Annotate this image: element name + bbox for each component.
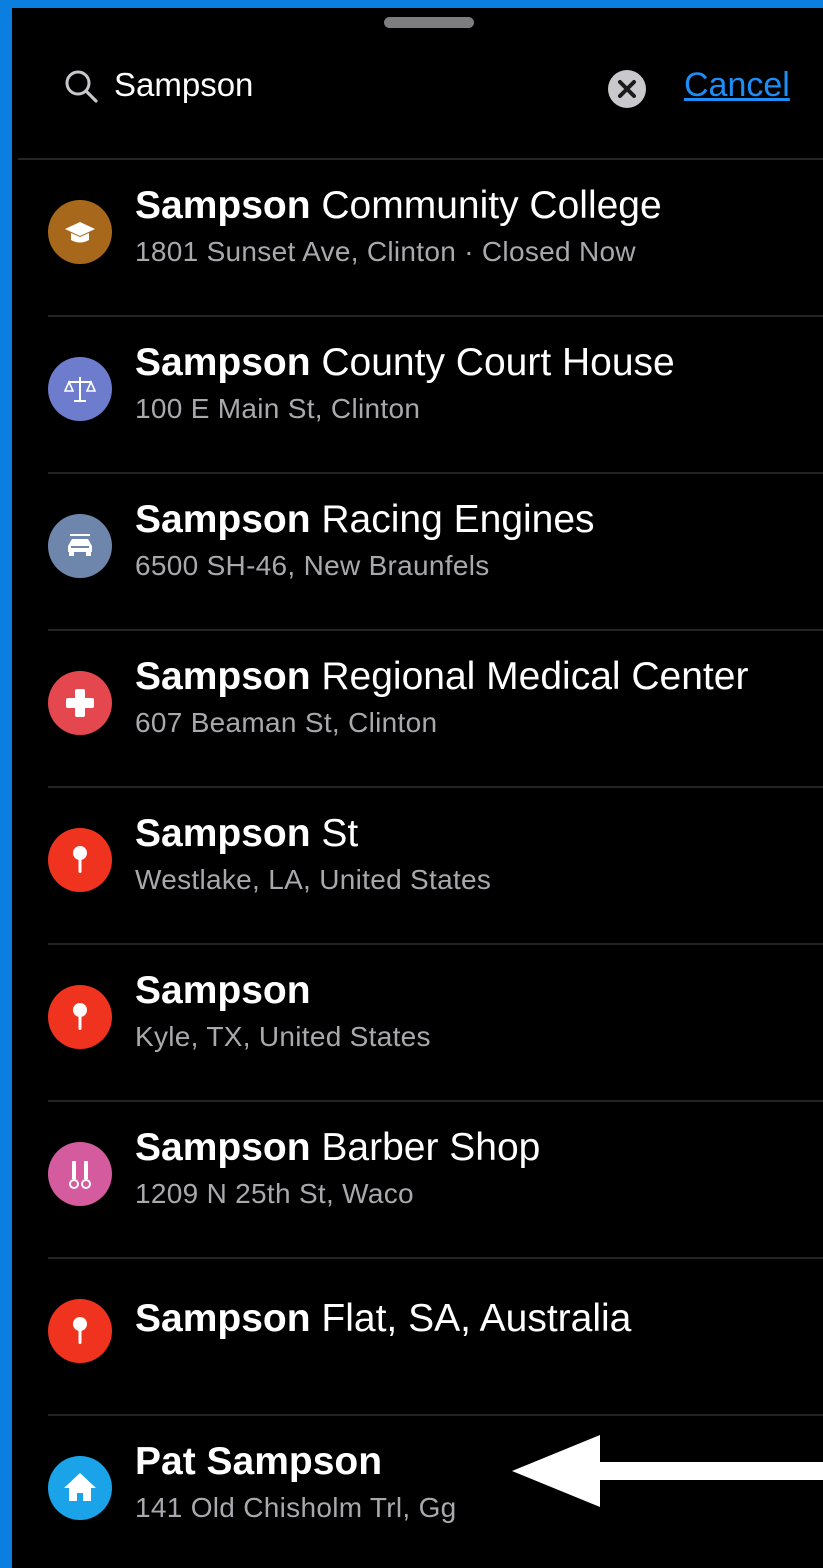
- result-title-match: Sampson: [135, 184, 311, 227]
- result-title-match: Sampson: [135, 812, 311, 855]
- result-title-match: Sampson: [135, 1297, 311, 1340]
- car-icon: [48, 514, 112, 578]
- result-text: Sampson Regional Medical Center 607 Beama…: [135, 651, 813, 743]
- barber-icon: [48, 1142, 112, 1206]
- result-text: Sampson Flat, SA, Australia: [135, 1293, 813, 1345]
- result-title: Sampson Racing Engines: [135, 494, 813, 546]
- search-result-row[interactable]: Sampson Racing Engines 6500 SH-46, New Br…: [12, 474, 823, 631]
- result-title: Sampson Community College: [135, 180, 813, 232]
- result-subtitle: 6500 SH-46, New Braunfels: [135, 550, 490, 581]
- result-title-match: Pat Sampson: [135, 1440, 383, 1483]
- pin-icon: [48, 985, 112, 1049]
- result-subtitle: 1801 Sunset Ave, Clinton · Closed Now: [135, 236, 636, 267]
- result-title: Sampson St: [135, 808, 813, 860]
- pin-icon: [48, 828, 112, 892]
- search-result-row[interactable]: Sampson County Court House 100 E Main St,…: [12, 317, 823, 474]
- search-sheet: Sampson Cancel Sampson Community College…: [12, 8, 823, 1568]
- result-title: Sampson Flat, SA, Australia: [135, 1293, 813, 1345]
- result-title-rest: Community College: [321, 184, 662, 227]
- result-title-rest: St: [321, 812, 359, 855]
- result-text: Sampson Racing Engines 6500 SH-46, New Br…: [135, 494, 813, 586]
- result-title: Sampson Barber Shop: [135, 1122, 813, 1174]
- result-subtitle: Westlake, LA, United States: [135, 864, 492, 895]
- annotation-arrow: [512, 1435, 823, 1507]
- cancel-button[interactable]: Cancel: [684, 62, 790, 108]
- graduation-cap-icon: [48, 200, 112, 264]
- result-subtitle: 100 E Main St, Clinton: [135, 393, 421, 424]
- search-result-row[interactable]: Sampson Barber Shop 1209 N 25th St, Waco: [12, 1102, 823, 1259]
- result-text: Sampson Kyle, TX, United States: [135, 965, 813, 1057]
- result-title-rest: Racing Engines: [321, 498, 595, 541]
- result-title-rest: County Court House: [321, 341, 675, 384]
- result-subtitle: Kyle, TX, United States: [135, 1021, 431, 1052]
- result-subtitle: 1209 N 25th St, Waco: [135, 1178, 414, 1209]
- result-title: Sampson: [135, 965, 813, 1017]
- sheet-grabber[interactable]: [384, 17, 474, 28]
- search-bar: Sampson Cancel: [12, 48, 823, 118]
- result-title-match: Sampson: [135, 655, 311, 698]
- result-text: Sampson County Court House 100 E Main St,…: [135, 337, 813, 429]
- search-result-row[interactable]: Sampson Kyle, TX, United States: [12, 945, 823, 1102]
- pin-icon: [48, 1299, 112, 1363]
- scales-icon: [48, 357, 112, 421]
- home-icon: [48, 1456, 112, 1520]
- results-list: Sampson Community College 1801 Sunset Ave…: [12, 160, 823, 1568]
- result-title-match: Sampson: [135, 341, 311, 384]
- result-title-match: Sampson: [135, 498, 311, 541]
- medical-cross-icon: [48, 671, 112, 735]
- search-icon: [62, 67, 102, 107]
- result-title: Sampson County Court House: [135, 337, 813, 389]
- search-result-row[interactable]: Sampson Regional Medical Center 607 Beama…: [12, 631, 823, 788]
- result-title: Sampson Regional Medical Center: [135, 651, 813, 703]
- search-result-row[interactable]: Sampson Flat, SA, Australia: [12, 1259, 823, 1416]
- result-text: Sampson St Westlake, LA, United States: [135, 808, 813, 900]
- clear-search-icon[interactable]: [608, 70, 646, 108]
- search-result-row[interactable]: Sampson Community College 1801 Sunset Ave…: [12, 160, 823, 317]
- result-title-rest: Barber Shop: [321, 1126, 541, 1169]
- result-text: Sampson Community College 1801 Sunset Ave…: [135, 180, 813, 272]
- result-subtitle: 607 Beaman St, Clinton: [135, 707, 438, 738]
- result-title-rest: Regional Medical Center: [321, 655, 749, 698]
- result-text: Sampson Barber Shop 1209 N 25th St, Waco: [135, 1122, 813, 1214]
- result-title-match: Sampson: [135, 1126, 311, 1169]
- search-result-row[interactable]: Sampson St Westlake, LA, United States: [12, 788, 823, 945]
- search-input[interactable]: Sampson: [114, 62, 253, 108]
- result-title-match: Sampson: [135, 969, 311, 1012]
- result-title-rest: Flat, SA, Australia: [321, 1297, 632, 1340]
